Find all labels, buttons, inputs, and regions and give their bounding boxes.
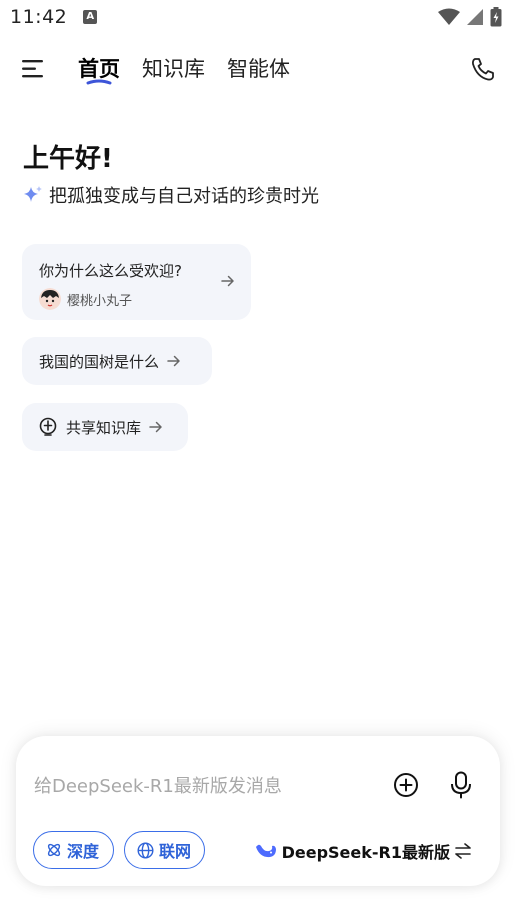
tab-agents[interactable]: 智能体 <box>227 54 290 84</box>
sparkle-icon <box>24 186 42 202</box>
model-selector[interactable]: DeepSeek-R1最新版 <box>254 839 472 863</box>
arrow-right-icon <box>221 275 234 287</box>
deep-think-toggle[interactable]: 深度 <box>33 831 114 869</box>
author-name: 樱桃小丸子 <box>67 293 133 309</box>
web-search-toggle[interactable]: 联网 <box>124 831 205 869</box>
tab-knowledge-base[interactable]: 知识库 <box>142 54 205 84</box>
menu-icon[interactable] <box>22 58 46 80</box>
knowledge-bulb-icon <box>39 417 57 436</box>
suggestion-question: 我国的国树是什么 <box>39 352 160 371</box>
arrow-right-icon <box>149 421 162 433</box>
deep-think-label: 深度 <box>67 842 100 861</box>
greeting-subtitle: 把孤独变成与自己对话的珍贵时光 <box>23 182 319 208</box>
globe-icon <box>137 841 154 859</box>
suggestion-question: 你为什么这么受欢迎? <box>39 262 182 280</box>
message-input[interactable] <box>34 772 374 800</box>
tab-active-indicator <box>86 79 112 85</box>
wifi-icon <box>438 8 460 25</box>
suggestion-author: 樱桃小丸子 <box>39 288 132 310</box>
tab-home[interactable]: 首页 <box>78 54 120 85</box>
suggestion-card-shared-kb[interactable]: 共享知识库 <box>22 403 188 451</box>
switch-arrows-icon <box>455 843 471 859</box>
tab-knowledge-base-label: 知识库 <box>142 57 205 81</box>
avatar <box>39 288 61 310</box>
phone-icon[interactable] <box>470 56 496 82</box>
tab-bar: 首页 知识库 智能体 <box>78 54 290 85</box>
web-search-label: 联网 <box>159 842 192 861</box>
greeting-title: 上午好! <box>23 144 113 174</box>
microphone-icon[interactable] <box>450 771 472 799</box>
status-icons <box>438 7 502 27</box>
model-name: DeepSeek-R1最新版 <box>281 843 450 862</box>
atom-icon <box>47 843 61 857</box>
suggestion-card[interactable]: 我国的国树是什么 <box>22 337 212 385</box>
status-time: 11:42 <box>10 6 68 28</box>
suggestion-card[interactable]: 你为什么这么受欢迎? 樱桃小丸子 <box>22 244 251 320</box>
subtitle-text: 把孤独变成与自己对话的珍贵时光 <box>49 186 319 207</box>
arrow-right-icon <box>167 355 180 367</box>
suggestion-question: 共享知识库 <box>66 418 142 437</box>
message-composer: 深度 联网 DeepSeek-R1最新版 <box>16 736 500 886</box>
battery-icon <box>490 7 502 27</box>
top-nav: 首页 知识库 智能体 <box>0 48 516 92</box>
notification-a-icon: A <box>83 10 98 24</box>
tab-agents-label: 智能体 <box>227 57 290 81</box>
signal-icon <box>467 9 483 25</box>
add-attachment-icon[interactable] <box>393 772 419 798</box>
whale-logo-icon <box>255 844 276 858</box>
status-bar: 11:42 A <box>0 0 516 34</box>
